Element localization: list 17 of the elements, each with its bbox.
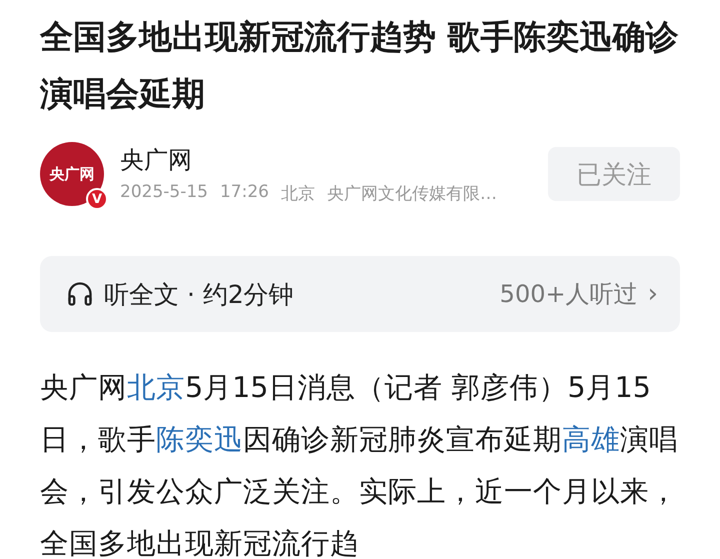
listen-bar[interactable]: 听全文 · 约2分钟 500+人听过 ›: [40, 256, 680, 332]
link[interactable]: 北京: [127, 371, 185, 404]
link[interactable]: 高雄: [562, 423, 620, 456]
link[interactable]: 陈奕迅: [156, 423, 243, 456]
author-name[interactable]: 央广网: [120, 144, 532, 176]
headphones-icon: [66, 280, 94, 308]
listener-count: 500+人听过: [500, 279, 638, 310]
publish-time: 17:26: [220, 182, 269, 204]
publish-date: 2025-5-15: [120, 182, 208, 204]
location: 北京: [280, 182, 315, 204]
article-title: 全国多地出现新冠流行趋势 歌手陈奕迅确诊演唱会延期: [40, 16, 680, 115]
chevron-icon: ›: [648, 279, 658, 309]
verified-badge: V: [86, 188, 108, 210]
article-paragraph: 央广网北京5月15日消息（记者 郭彦伟）5月15日，歌手陈奕迅因确诊新冠肺炎宣布延期高雄演唱会，引发公众广泛关注。实际上，近一个月以来，全国多地出现新冠流行趋: [40, 370, 679, 559]
avatar-text: 央广网: [50, 164, 94, 184]
source: 央广网文化传媒有限…: [326, 182, 497, 204]
listen-label: 听全文 · 约2分钟: [104, 278, 295, 310]
